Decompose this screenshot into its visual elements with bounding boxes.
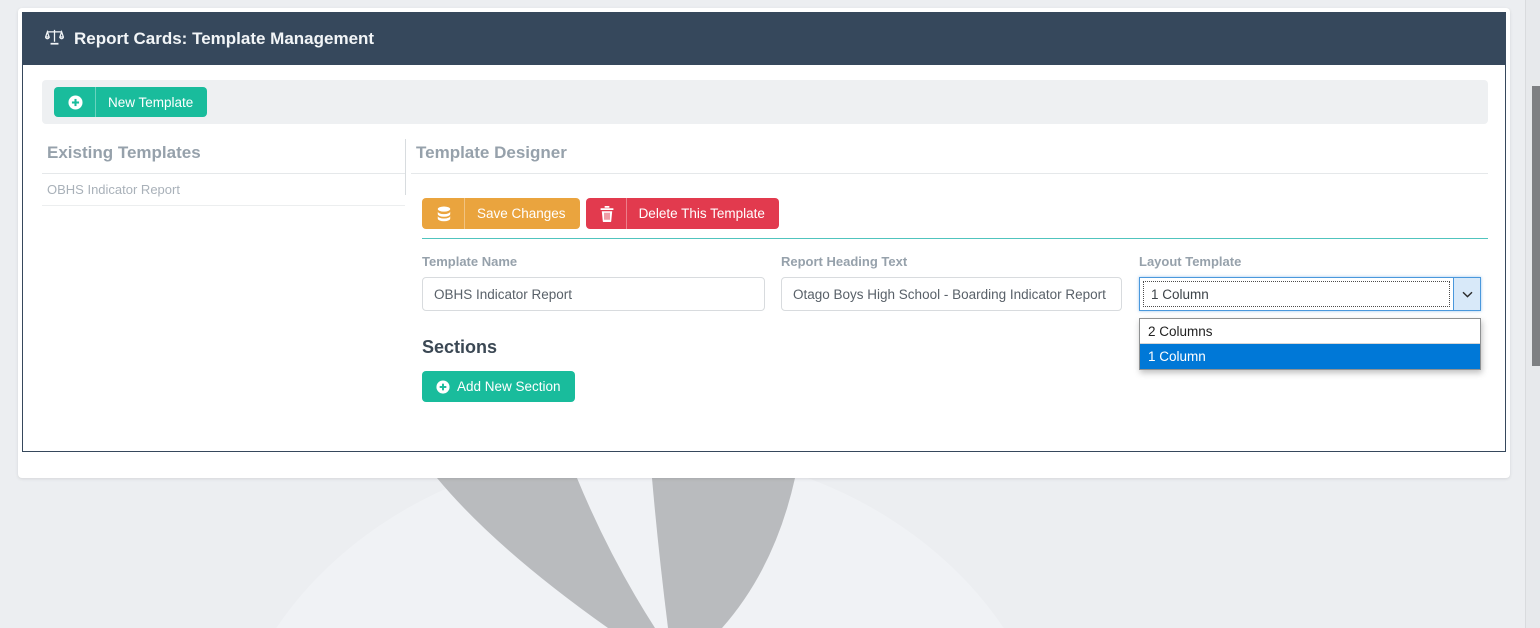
existing-templates-heading: Existing Templates xyxy=(42,137,405,174)
column-divider xyxy=(405,139,406,195)
report-heading-input[interactable] xyxy=(781,277,1122,311)
designer-divider-rule xyxy=(422,238,1488,239)
panel-body: New Template Existing Templates OBHS Ind… xyxy=(23,65,1505,402)
chevron-down-icon[interactable] xyxy=(1453,278,1480,310)
panel-header: Report Cards: Template Management xyxy=(23,13,1505,65)
plus-circle-icon xyxy=(436,379,450,394)
save-changes-button[interactable]: Save Changes xyxy=(422,198,580,229)
template-designer-heading: Template Designer xyxy=(411,137,1488,174)
template-name-input[interactable] xyxy=(422,277,765,311)
designer-content: Save Changes Delete This Template Templa… xyxy=(411,198,1488,402)
button-divider xyxy=(464,198,465,229)
layout-template-dropdown: 2 Columns 1 Column xyxy=(1139,318,1481,370)
report-heading-label: Report Heading Text xyxy=(781,254,908,269)
template-fields-row: Template Name Report Heading Text Layout… xyxy=(422,254,1488,370)
database-icon xyxy=(436,205,452,222)
report-heading-field-group: Report Heading Text xyxy=(781,254,1122,311)
layout-option-1-column[interactable]: 1 Column xyxy=(1140,344,1480,369)
page-title: Report Cards: Template Management xyxy=(74,29,375,48)
template-name-field-group: Template Name xyxy=(422,254,765,311)
content-columns: Existing Templates OBHS Indicator Report… xyxy=(42,137,1488,402)
layout-template-field-group: Layout Template 1 Column 2 Columns 1 Col… xyxy=(1139,254,1481,370)
background-logo-watermark xyxy=(276,478,1004,628)
save-changes-label: Save Changes xyxy=(477,206,566,221)
designer-action-row: Save Changes Delete This Template xyxy=(422,198,1488,229)
scrollbar-thumb[interactable] xyxy=(1532,86,1540,366)
template-list-item[interactable]: OBHS Indicator Report xyxy=(42,174,405,206)
toolbar: New Template xyxy=(42,80,1488,124)
delete-template-button[interactable]: Delete This Template xyxy=(585,198,779,229)
vertical-scrollbar[interactable] xyxy=(1525,0,1540,628)
layout-template-select[interactable]: 1 Column xyxy=(1139,277,1481,311)
template-name-label: Template Name xyxy=(422,254,518,269)
button-divider xyxy=(625,198,627,229)
existing-templates-panel: Existing Templates OBHS Indicator Report xyxy=(42,137,405,402)
new-template-label: New Template xyxy=(108,94,194,110)
template-designer-panel: Template Designer Save Changes Delete Th… xyxy=(405,137,1488,402)
trash-icon xyxy=(600,205,614,222)
layout-option-2-columns[interactable]: 2 Columns xyxy=(1140,319,1480,344)
new-template-button[interactable]: New Template xyxy=(54,87,208,117)
delete-template-label: Delete This Template xyxy=(638,206,765,221)
layout-template-label: Layout Template xyxy=(1139,254,1242,269)
template-management-panel: Report Cards: Template Management New Te… xyxy=(22,12,1506,452)
add-new-section-button[interactable]: Add New Section xyxy=(422,371,575,402)
balance-scale-icon xyxy=(44,28,65,51)
add-new-section-label: Add New Section xyxy=(457,379,561,394)
plus-circle-icon xyxy=(68,94,83,110)
button-divider xyxy=(95,87,96,117)
page-card: Report Cards: Template Management New Te… xyxy=(18,8,1510,478)
layout-template-selected-value: 1 Column xyxy=(1143,281,1450,307)
